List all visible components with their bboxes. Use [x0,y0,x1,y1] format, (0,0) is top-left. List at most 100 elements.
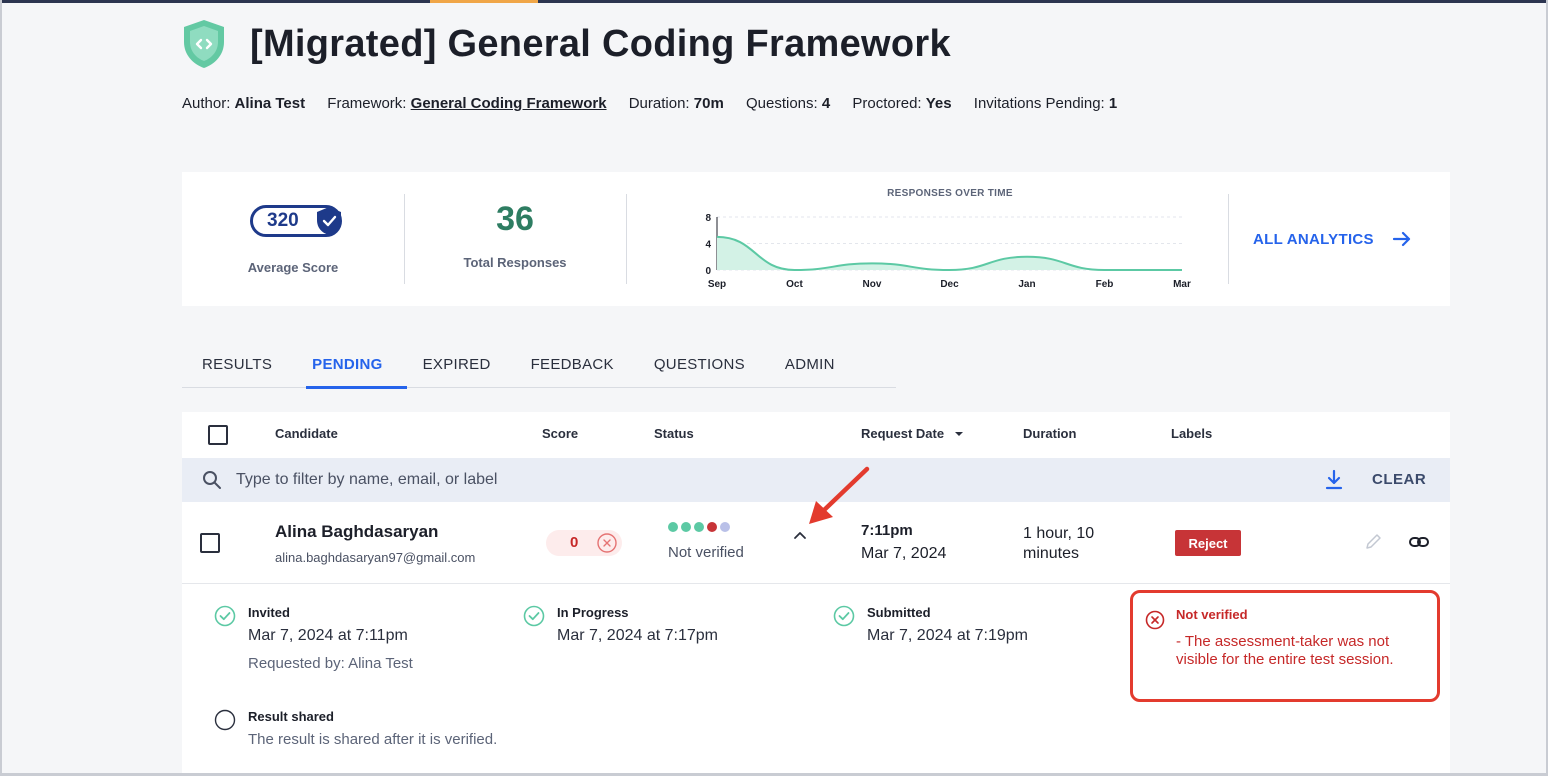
duration-value: 70m [693,95,724,112]
y-tick-label: 8 [705,213,711,224]
questions-value: 4 [821,95,831,112]
tab-questions[interactable]: QUESTIONS [634,348,765,388]
step-note: The result is shared after it is verifie… [248,731,498,748]
column-score[interactable]: Score [542,426,578,441]
column-candidate[interactable]: Candidate [275,426,338,441]
verified-shield-icon [317,207,341,235]
top-border [0,0,1548,3]
total-responses-stat: 36 Total Responses [404,172,626,306]
sort-down-icon [954,432,963,436]
check-circle-icon [523,605,545,627]
column-status[interactable]: Status [654,426,694,441]
arrow-right-icon [1392,231,1410,247]
check-circle-icon [214,605,236,627]
not-verified-alert: Not verified - The assessment-taker was … [1130,590,1440,702]
tab-feedback[interactable]: FEEDBACK [511,348,634,388]
author-value: Alina Test [234,95,306,112]
reject-label[interactable]: Reject [1175,530,1241,556]
x-tick-label: Jan [1018,279,1035,290]
assessment-meta: Author: Alina Test Framework: General Co… [182,95,1135,112]
duration-label: Duration: [628,95,690,112]
chevron-up-icon[interactable] [793,530,807,540]
row-checkbox[interactable] [200,533,220,553]
status-dot [681,522,691,532]
average-score-stat: 320 Average Score [182,172,404,306]
tab-admin[interactable]: ADMIN [765,348,855,388]
x-tick-label: Nov [863,279,882,290]
not-verified-title: Not verified [1176,607,1248,622]
not-verified-text: - The assessment-taker was not visible f… [1176,633,1394,668]
average-score-value: 320 [267,210,299,231]
average-score-label: Average Score [247,260,339,275]
x-tick-label: Dec [940,279,959,290]
column-request-date[interactable]: Request Date [861,426,964,441]
stats-divider [626,194,627,284]
pencil-icon[interactable] [1363,532,1383,552]
empty-circle-icon [214,709,236,731]
x-tick-label: Sep [708,279,726,290]
score-badge: 0 [546,530,622,556]
framework-label: Framework: [327,95,407,112]
duration-value: 1 hour, 10 minutes [1023,525,1095,562]
candidate-email: alina.baghdasaryan97@gmail.com [275,550,476,565]
step-title: Result shared [248,709,334,724]
step-title: In Progress [557,605,629,620]
clear-button[interactable]: CLEAR [1372,471,1426,488]
status-progress-dots [668,522,733,532]
proctored-value: Yes [925,95,952,112]
x-tick-label: Mar [1173,279,1191,290]
check-circle-icon [833,605,855,627]
responses-chart: 8 4 0 Sep Oct Nov Dec Jan Feb Mar [705,213,1191,290]
download-icon[interactable] [1325,469,1343,491]
tab-pending[interactable]: PENDING [292,348,408,389]
all-analytics-link[interactable]: ALL ANALYTICS [1253,229,1412,249]
x-circle-icon [597,533,617,553]
annotation-arrow-icon [809,466,870,524]
x-tick-label: Oct [786,279,803,290]
shield-code-icon [184,20,224,68]
column-labels[interactable]: Labels [1171,426,1212,441]
request-date: Mar 7, 2024 [861,545,947,562]
requested-by: Requested by: Alina Test [248,655,413,672]
request-date-label: Request Date [861,426,945,441]
tab-expired[interactable]: EXPIRED [403,348,511,388]
status-dot [720,522,730,532]
frame-left [0,0,2,776]
author-label: Author: [182,95,231,112]
step-title: Submitted [867,605,931,620]
tab-results[interactable]: RESULTS [182,348,292,388]
step-title: Invited [248,605,290,620]
chart-line [716,235,1182,272]
top-accent [430,0,538,3]
y-tick-label: 0 [705,266,711,277]
status-dot [707,522,717,532]
candidate-name[interactable]: Alina Baghdasaryan [275,522,438,542]
total-responses-value: 36 [496,200,534,238]
score-value: 0 [570,534,579,551]
step-date: Mar 7, 2024 at 7:11pm [248,627,408,644]
page-title: [Migrated] General Coding Framework [250,22,951,65]
column-duration[interactable]: Duration [1023,426,1076,441]
total-responses-label: Total Responses [463,255,567,270]
tab-bar: RESULTS PENDING EXPIRED FEEDBACK QUESTIO… [182,348,896,389]
status-dot [668,522,678,532]
questions-label: Questions: [745,95,818,112]
x-tick-label: Feb [1096,279,1114,290]
invitations-value: 1 [1108,95,1118,112]
all-analytics-label: ALL ANALYTICS [1253,230,1374,248]
chart-title: RESPONSES OVER TIME [887,188,1013,199]
select-all-checkbox[interactable] [208,425,228,445]
step-date: Mar 7, 2024 at 7:19pm [867,627,1028,644]
table-header: Candidate Score Status Request Date Dura… [182,412,1450,458]
chart-area [717,236,1182,270]
page-header: [Migrated] General Coding Framework [180,18,951,70]
invitations-label: Invitations Pending: [973,95,1105,112]
framework-link[interactable]: General Coding Framework [411,95,607,112]
step-date: Mar 7, 2024 at 7:17pm [557,627,718,644]
link-icon[interactable] [1408,532,1430,552]
proctored-label: Proctored: [852,95,922,112]
x-circle-icon [1145,610,1165,630]
status-text: Not verified [668,544,744,561]
average-score-badge: 320 [250,205,342,237]
y-tick-label: 4 [705,240,711,251]
